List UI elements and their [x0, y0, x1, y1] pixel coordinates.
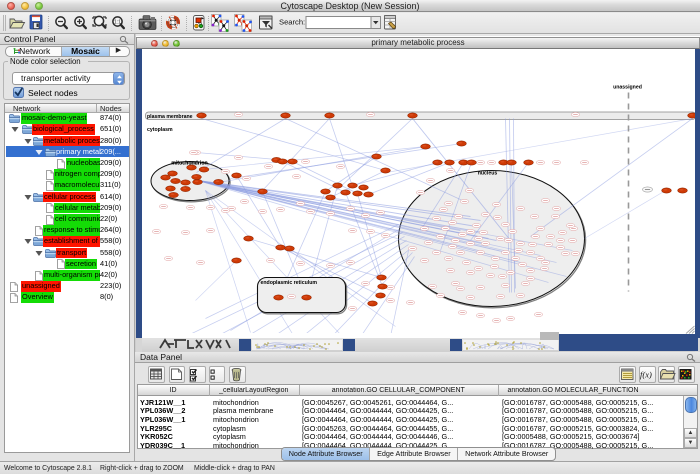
svg-text:endoplasmic reticulum: endoplasmic reticulum — [260, 280, 317, 286]
svg-text:plasma membrane: plasma membrane — [147, 114, 193, 120]
svg-text:f(x): f(x) — [640, 370, 652, 380]
svg-text:unassigned: unassigned — [613, 84, 642, 90]
svg-text:1:1: 1:1 — [114, 20, 121, 26]
svg-text:cytoplasm: cytoplasm — [147, 127, 173, 133]
svg-text:Search:: Search: — [279, 18, 305, 27]
svg-text:mitochondrion: mitochondrion — [171, 160, 207, 166]
svg-text:nucleus: nucleus — [477, 170, 497, 176]
